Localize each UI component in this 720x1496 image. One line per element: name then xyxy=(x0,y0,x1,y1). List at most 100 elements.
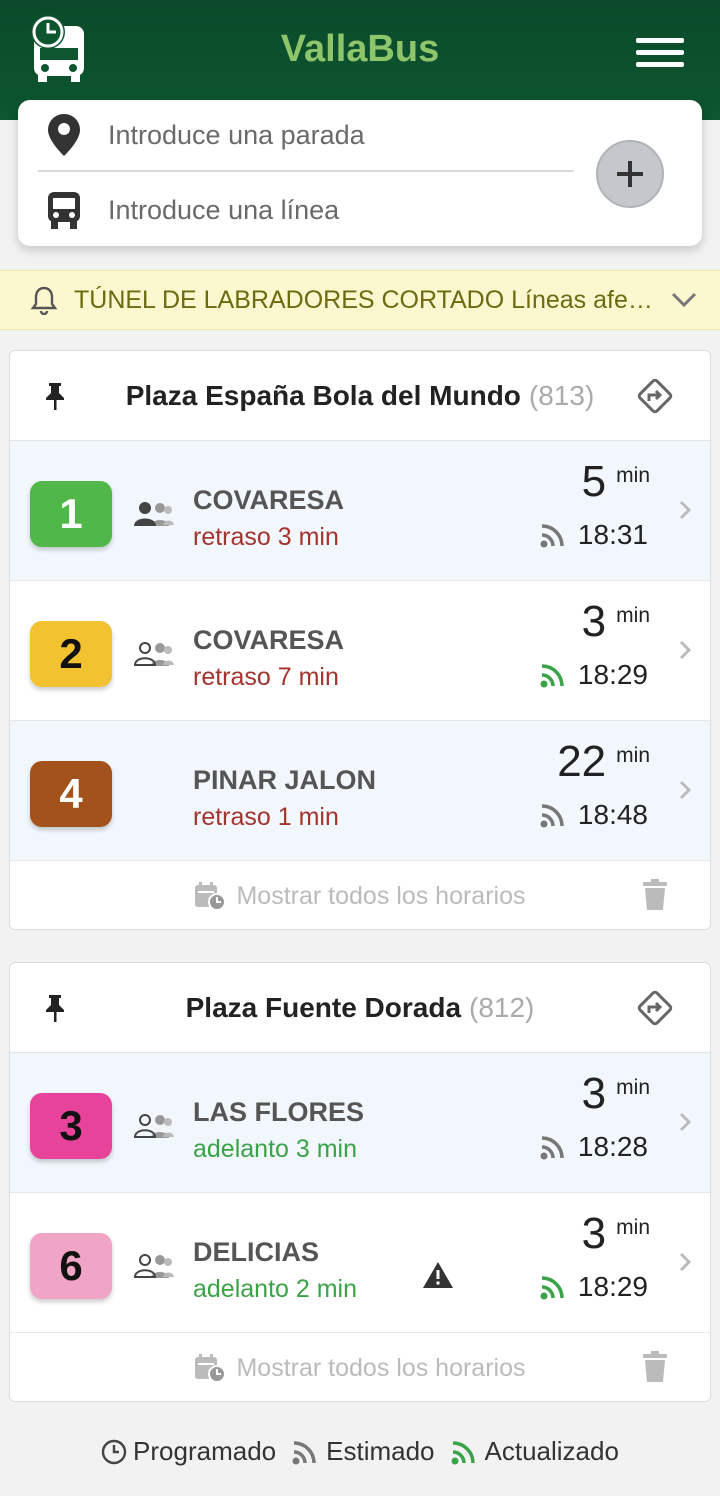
chevron-right-icon xyxy=(679,500,692,520)
pin-icon[interactable] xyxy=(42,381,68,411)
stop-card: Plaza España Bola del Mundo (813) 1 COVA… xyxy=(9,350,711,930)
legend-scheduled: Programado xyxy=(101,1436,276,1467)
trash-icon[interactable] xyxy=(642,879,668,911)
line-badge: 2 xyxy=(30,621,112,687)
stop-code: (812) xyxy=(469,991,535,1023)
estimated-signal-icon xyxy=(540,1136,564,1160)
minutes-remaining: 5 min xyxy=(582,457,650,507)
show-all-label: Mostrar todos los horarios xyxy=(236,1353,526,1382)
destination: LAS FLORES xyxy=(193,1097,365,1127)
delay-text: retraso 1 min xyxy=(193,803,339,831)
warning-icon[interactable] xyxy=(422,1261,454,1289)
plus-icon xyxy=(617,161,643,187)
chevron-right-icon xyxy=(679,640,692,660)
show-all-schedules-link[interactable]: Mostrar todos los horarios xyxy=(194,1353,526,1383)
stop-search-input[interactable] xyxy=(108,119,548,151)
minutes-unit: min xyxy=(616,744,650,767)
minutes-remaining: 3 min xyxy=(582,1209,650,1259)
minutes-value: 22 xyxy=(557,737,607,786)
location-pin-icon xyxy=(48,114,80,156)
realtime-signal-icon xyxy=(540,664,564,688)
estimated-signal-icon xyxy=(540,804,564,828)
time-value: 18:48 xyxy=(577,799,648,830)
time-value: 18:29 xyxy=(577,659,648,690)
legend-updated: Actualizado xyxy=(451,1436,619,1467)
estimated-signal-icon xyxy=(292,1440,316,1464)
arrival-time: 18:48 xyxy=(540,799,648,831)
occupancy-icon xyxy=(133,1114,174,1138)
chevron-right-icon xyxy=(679,1252,692,1272)
legend-estimated: Estimado xyxy=(292,1436,435,1467)
legend: Programado Estimado Actualizado xyxy=(0,1436,720,1467)
occupancy-icon xyxy=(134,502,174,526)
time-value: 18:29 xyxy=(577,1271,648,1302)
delay-text: adelanto 3 min xyxy=(193,1135,358,1163)
line-search-input[interactable] xyxy=(108,194,548,226)
minutes-remaining: 3 min xyxy=(582,597,650,647)
time-value: 18:31 xyxy=(577,519,648,550)
destination: DELICIAS xyxy=(193,1237,320,1267)
destination: COVARESA xyxy=(193,625,345,655)
line-badge: 1 xyxy=(30,481,112,547)
chevron-right-icon xyxy=(679,780,692,800)
show-all-label: Mostrar todos los horarios xyxy=(236,881,526,910)
bus-icon xyxy=(48,192,80,229)
realtime-signal-icon xyxy=(540,1276,564,1300)
line-search-row xyxy=(38,174,574,246)
minutes-remaining: 3 min xyxy=(582,1069,650,1119)
clock-icon xyxy=(101,1439,127,1464)
minutes-value: 3 xyxy=(581,1069,607,1118)
directions-icon[interactable] xyxy=(634,375,676,417)
destination: COVARESA xyxy=(193,485,345,515)
add-stop-button[interactable] xyxy=(596,140,664,208)
stop-name: Plaza España Bola del Mundo xyxy=(125,379,521,411)
app-title: VallaBus xyxy=(280,28,440,70)
show-all-schedules-link[interactable]: Mostrar todos los horarios xyxy=(194,881,526,911)
arrival-row[interactable]: 6 DELICIAS adelanto 2 min 3 min 18:29 xyxy=(10,1193,710,1333)
chevron-right-icon xyxy=(679,1112,692,1132)
arrival-row[interactable]: 1 COVARESA retraso 3 min 5 min 18:31 xyxy=(10,441,710,581)
arrival-row[interactable]: 2 COVARESA retraso 7 min 3 min 18:29 xyxy=(10,581,710,721)
stop-header: Plaza Fuente Dorada (812) xyxy=(10,963,710,1053)
bell-icon xyxy=(30,286,58,315)
line-badge: 4 xyxy=(30,761,112,827)
calendar-clock-icon xyxy=(195,882,227,911)
arrival-time: 18:28 xyxy=(540,1131,648,1163)
minutes-value: 3 xyxy=(581,597,607,646)
stop-name: Plaza Fuente Dorada xyxy=(185,991,462,1023)
arrival-row[interactable]: 4 PINAR JALON retraso 1 min 22 min 18:48 xyxy=(10,721,710,861)
chevron-down-icon[interactable] xyxy=(670,291,698,309)
menu-icon[interactable] xyxy=(636,38,684,70)
service-alert-banner[interactable]: TÚNEL DE LABRADORES CORTADO Líneas afect… xyxy=(0,270,720,330)
time-value: 18:28 xyxy=(577,1131,648,1162)
stop-code: (813) xyxy=(528,379,595,411)
minutes-remaining: 22 min xyxy=(557,737,650,787)
alert-text: TÚNEL DE LABRADORES CORTADO Líneas afect… xyxy=(74,285,658,314)
occupancy-icon xyxy=(133,1254,174,1278)
estimated-signal-icon xyxy=(540,524,564,548)
minutes-value: 3 xyxy=(581,1209,607,1258)
minutes-value: 5 xyxy=(581,457,607,506)
realtime-signal-icon xyxy=(451,1440,475,1464)
directions-icon[interactable] xyxy=(634,987,676,1029)
stop-footer: Mostrar todos los horarios xyxy=(10,1333,710,1401)
minutes-unit: min xyxy=(616,604,650,627)
minutes-unit: min xyxy=(616,464,650,487)
delay-text: retraso 3 min xyxy=(193,523,339,551)
calendar-clock-icon xyxy=(195,1354,227,1383)
line-badge: 3 xyxy=(30,1093,112,1159)
search-card xyxy=(18,100,702,246)
stop-header: Plaza España Bola del Mundo (813) xyxy=(10,351,710,441)
line-badge: 6 xyxy=(30,1233,112,1299)
arrival-time: 18:29 xyxy=(540,1271,648,1303)
delay-text: retraso 7 min xyxy=(193,663,339,691)
minutes-unit: min xyxy=(616,1076,650,1099)
trash-icon[interactable] xyxy=(642,1351,668,1383)
arrival-time: 18:31 xyxy=(540,519,648,551)
stop-footer: Mostrar todos los horarios xyxy=(10,861,710,929)
delay-text: adelanto 2 min xyxy=(193,1275,358,1303)
stop-search-row xyxy=(38,100,574,172)
arrival-row[interactable]: 3 LAS FLORES adelanto 3 min 3 min 18:28 xyxy=(10,1053,710,1193)
pin-icon[interactable] xyxy=(42,993,68,1023)
stop-card: Plaza Fuente Dorada (812) 3 LAS FLORES a… xyxy=(9,962,711,1402)
